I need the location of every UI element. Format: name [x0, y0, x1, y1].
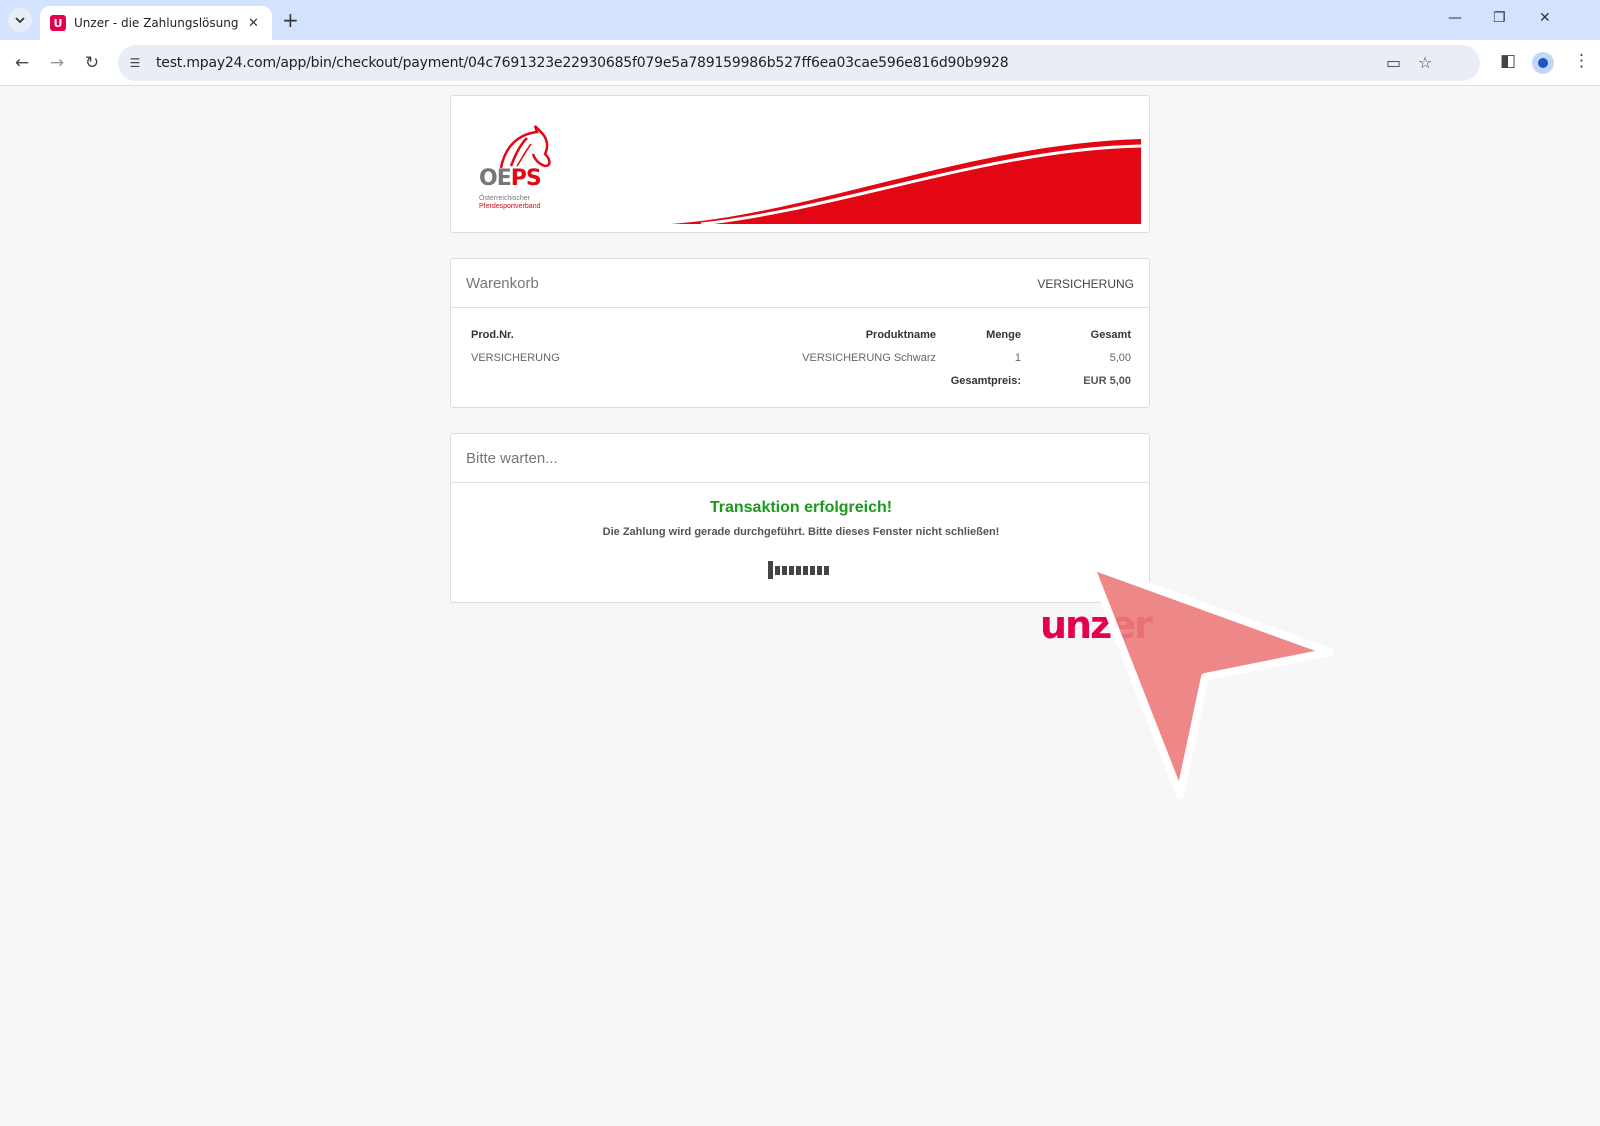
site-info-tune-icon[interactable]: ☰	[126, 54, 144, 72]
profile-avatar-icon[interactable]	[1532, 52, 1554, 74]
cart-table: Prod.Nr. Produktname Menge Gesamt VERSIC…	[471, 329, 1131, 398]
new-tab-plus-icon[interactable]: +	[282, 9, 299, 31]
reload-icon[interactable]: ↻	[80, 51, 104, 75]
restore-icon[interactable]: ❐	[1493, 10, 1506, 26]
status-header: Bitte warten...	[451, 434, 1149, 483]
item-prod-nr: VERSICHERUNG	[471, 352, 560, 364]
window-close-icon[interactable]: ✕	[1539, 10, 1551, 26]
browser-toolbar: ← → ↻ ☰ test.mpay24.com/app/bin/checkout…	[0, 40, 1600, 86]
tab-list-button[interactable]	[8, 8, 32, 32]
item-qty: 1	[1014, 352, 1021, 364]
side-panel-icon[interactable]: ◧	[1500, 51, 1516, 71]
total-value: EUR 5,00	[1083, 375, 1131, 387]
payment-status-panel: Bitte warten... Transaktion erfolgreich!…	[450, 433, 1150, 603]
col-prod-nr: Prod.Nr.	[471, 329, 514, 341]
tab-close-icon[interactable]: ✕	[248, 16, 259, 31]
credit-card-icon[interactable]: ▭	[1386, 53, 1401, 72]
cart-table-header: Prod.Nr. Produktname Menge Gesamt	[471, 329, 1131, 352]
hint-message: Die Zahlung wird gerade durchgeführt. Bi…	[602, 526, 1000, 538]
item-total: 5,00	[1109, 352, 1131, 364]
item-name: VERSICHERUNG Schwarz	[802, 352, 936, 364]
loading-spinner-icon	[768, 561, 829, 579]
browser-tab[interactable]: U Unzer - die Zahlungslösung für ✕	[40, 6, 272, 40]
address-bar[interactable]: ☰ test.mpay24.com/app/bin/checkout/payme…	[118, 45, 1480, 81]
col-menge: Menge	[986, 329, 1021, 341]
merchant-banner: OEPS Österreichischer Pferdesportverband	[450, 95, 1150, 233]
success-message: Transaktion erfolgreich!	[709, 499, 893, 516]
oeps-subtitle-1: Österreichischer	[479, 195, 530, 202]
red-swoosh-graphic	[671, 131, 1141, 224]
unzer-logo: unzer	[1040, 603, 1153, 647]
url-text[interactable]: test.mpay24.com/app/bin/checkout/payment…	[156, 55, 1009, 71]
col-produktname: Produktname	[865, 329, 936, 341]
total-row: Gesamtpreis: EUR 5,00	[471, 375, 1131, 398]
col-gesamt: Gesamt	[1090, 329, 1131, 341]
total-label: Gesamtpreis:	[950, 375, 1021, 387]
star-icon[interactable]: ☆	[1418, 53, 1432, 72]
status-title: Bitte warten...	[466, 450, 558, 467]
oeps-subtitle-2: Pferdesportverband	[479, 203, 541, 210]
table-row: VERSICHERUNG VERSICHERUNG Schwarz 1 5,00	[471, 352, 1131, 375]
cart-panel: Warenkorb VERSICHERUNG Prod.Nr. Produktn…	[450, 258, 1150, 408]
back-arrow-icon[interactable]: ←	[10, 51, 34, 75]
more-vert-icon[interactable]: ⋮	[1573, 51, 1590, 71]
cart-header: Warenkorb VERSICHERUNG	[451, 259, 1149, 308]
cart-tag: VERSICHERUNG	[1037, 277, 1134, 291]
minimize-icon[interactable]: —	[1448, 10, 1462, 26]
oeps-logo-text: OEPS	[479, 166, 542, 191]
forward-arrow-icon[interactable]: →	[45, 51, 69, 75]
cart-title: Warenkorb	[466, 275, 539, 292]
unzer-favicon-icon: U	[50, 15, 66, 31]
chevron-down-icon	[15, 17, 25, 23]
browser-tab-bar: U Unzer - die Zahlungslösung für ✕ + — ❐…	[0, 0, 1600, 40]
tab-title: Unzer - die Zahlungslösung für	[74, 16, 240, 30]
